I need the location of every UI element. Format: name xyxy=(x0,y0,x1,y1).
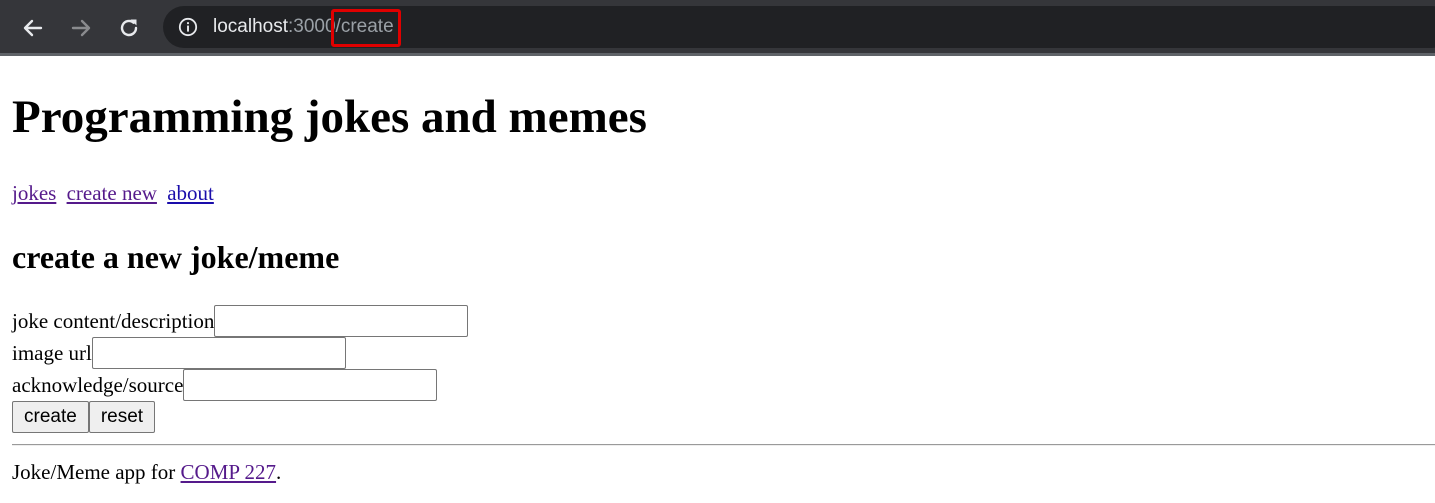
footer: Joke/Meme app for COMP 227. xyxy=(12,459,1435,485)
url-host: localhost xyxy=(213,16,288,37)
source-input[interactable] xyxy=(183,369,438,401)
source-label: acknowledge/source xyxy=(12,372,184,397)
nav-link-create-new[interactable]: create new xyxy=(67,181,157,205)
horizontal-rule xyxy=(12,444,1435,446)
forward-button[interactable] xyxy=(66,13,96,43)
nav-link-jokes[interactable]: jokes xyxy=(12,181,56,205)
content-label: joke content/description xyxy=(12,308,215,333)
url-text[interactable]: localhost:3000/create xyxy=(213,6,401,48)
reload-icon xyxy=(120,19,138,37)
footer-period: . xyxy=(276,460,282,484)
site-nav: jokes create new about xyxy=(12,178,1435,208)
form-row-source: acknowledge/source xyxy=(12,369,1435,401)
url-path-highlighted: /create xyxy=(330,6,401,48)
image-url-label: image url xyxy=(12,340,92,365)
page-title: Programming jokes and memes xyxy=(12,91,647,143)
reset-button[interactable]: reset xyxy=(88,401,156,433)
reload-button[interactable] xyxy=(114,13,144,43)
url-port: :3000 xyxy=(288,16,336,37)
page-content: Programming jokes and memes jokes create… xyxy=(12,56,1435,485)
section-title: create a new joke/meme xyxy=(12,239,340,275)
footer-text: Joke/Meme app for xyxy=(12,460,181,484)
info-icon[interactable] xyxy=(178,17,198,37)
create-button[interactable]: create xyxy=(12,401,89,433)
create-joke-form: joke content/description image url ackno… xyxy=(12,305,1435,433)
form-row-content: joke content/description xyxy=(12,305,1435,337)
image-url-input[interactable] xyxy=(91,337,346,369)
footer-course-link[interactable]: COMP 227 xyxy=(181,460,277,484)
form-row-image: image url xyxy=(12,337,1435,369)
content-input[interactable] xyxy=(214,305,469,337)
address-bar[interactable]: localhost:3000/create xyxy=(163,6,1435,48)
forward-arrow-icon xyxy=(71,19,91,37)
back-arrow-icon xyxy=(23,19,43,37)
form-buttons: create reset xyxy=(12,401,1435,433)
back-button[interactable] xyxy=(18,13,48,43)
browser-toolbar: localhost:3000/create xyxy=(0,0,1435,56)
nav-link-about[interactable]: about xyxy=(167,181,214,205)
